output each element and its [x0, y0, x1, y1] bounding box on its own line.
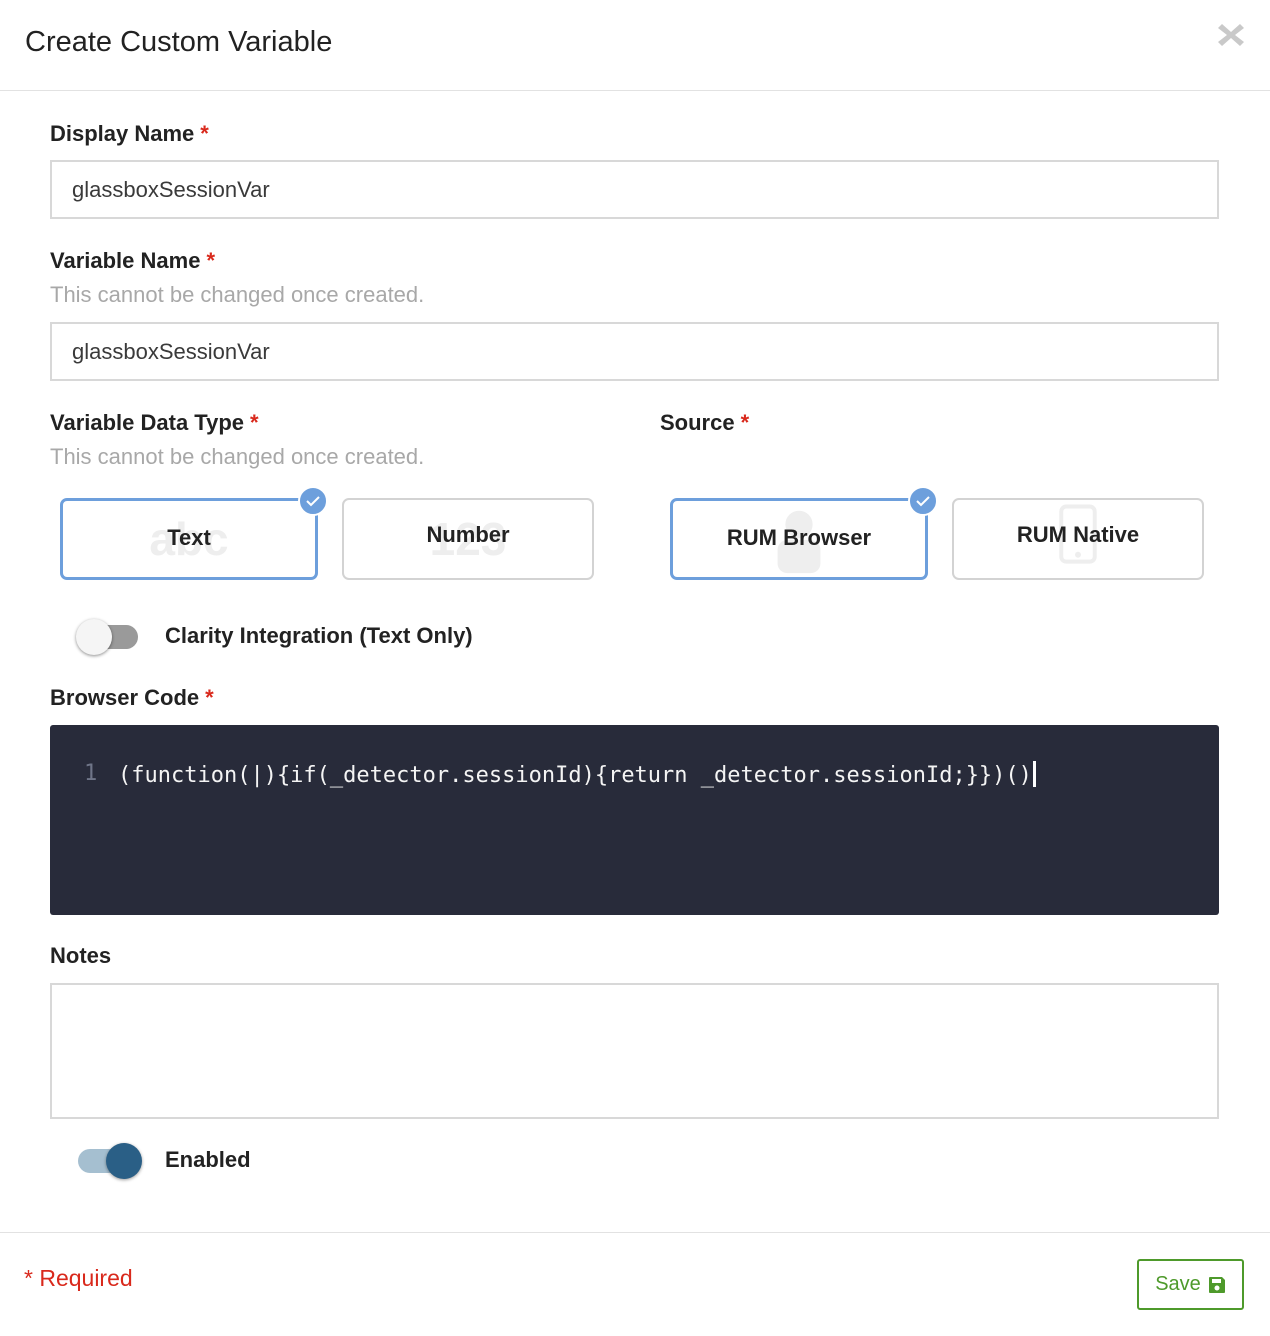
code-content: (function(|){if(_detector.sessionId){ret… — [118, 763, 1032, 788]
required-asterisk: * — [206, 248, 215, 273]
source-option-rum-native[interactable]: RUM Native — [952, 498, 1204, 580]
checkmark-icon — [908, 486, 938, 516]
data-type-label: Variable Data Type * — [50, 410, 259, 436]
notes-textarea[interactable] — [50, 983, 1219, 1119]
dialog-title: Create Custom Variable — [25, 26, 333, 58]
source-label: Source * — [660, 410, 749, 436]
text-cursor — [1032, 761, 1036, 787]
data-type-option-label: Text — [167, 525, 211, 550]
line-number: 1 — [84, 761, 98, 786]
data-type-option-number[interactable]: 123 Number — [342, 498, 594, 580]
dialog-header: Create Custom Variable — [0, 0, 1270, 91]
display-name-label: Display Name * — [50, 121, 209, 147]
browser-code-label: Browser Code * — [50, 685, 214, 711]
required-asterisk: * — [250, 410, 259, 435]
enabled-label: Enabled — [165, 1147, 251, 1172]
required-note: * Required — [24, 1265, 133, 1291]
code-line[interactable]: (function(|){if(_detector.sessionId){ret… — [118, 761, 1036, 788]
floppy-disk-icon — [1208, 1276, 1225, 1293]
display-name-label-text: Display Name — [50, 121, 195, 146]
clarity-label: Clarity Integration (Text Only) — [165, 623, 473, 648]
source-label-text: Source — [660, 410, 735, 435]
variable-name-label: Variable Name * — [50, 248, 215, 274]
code-editor[interactable]: 1 (function(|){if(_detector.sessionId){r… — [50, 725, 1219, 915]
toggle-knob — [106, 1143, 142, 1179]
source-option-label: RUM Native — [1016, 522, 1140, 547]
save-button[interactable]: Save — [1137, 1259, 1244, 1310]
notes-label: Notes — [50, 943, 112, 968]
close-icon[interactable] — [1214, 20, 1248, 50]
data-type-option-label: Number — [426, 522, 510, 547]
source-option-rum-browser[interactable]: RUM Browser — [670, 498, 928, 580]
required-asterisk: * — [740, 410, 750, 435]
variable-name-input[interactable] — [50, 322, 1219, 381]
toggle-knob — [76, 619, 112, 655]
source-option-label: RUM Browser — [726, 525, 872, 550]
browser-code-label-text: Browser Code — [50, 685, 200, 710]
data-type-hint: This cannot be changed once created. — [50, 444, 425, 469]
variable-name-hint: This cannot be changed once created. — [50, 282, 425, 307]
required-asterisk: * — [200, 121, 209, 146]
variable-name-label-text: Variable Name — [50, 248, 201, 273]
required-asterisk: * — [205, 685, 214, 710]
display-name-input[interactable] — [50, 160, 1219, 219]
checkmark-icon — [298, 486, 328, 516]
dialog-footer: * Required Save — [0, 1232, 1270, 1336]
data-type-option-text[interactable]: abc Text — [60, 498, 318, 580]
save-button-label: Save — [1155, 1273, 1201, 1295]
data-type-label-text: Variable Data Type — [50, 410, 245, 435]
